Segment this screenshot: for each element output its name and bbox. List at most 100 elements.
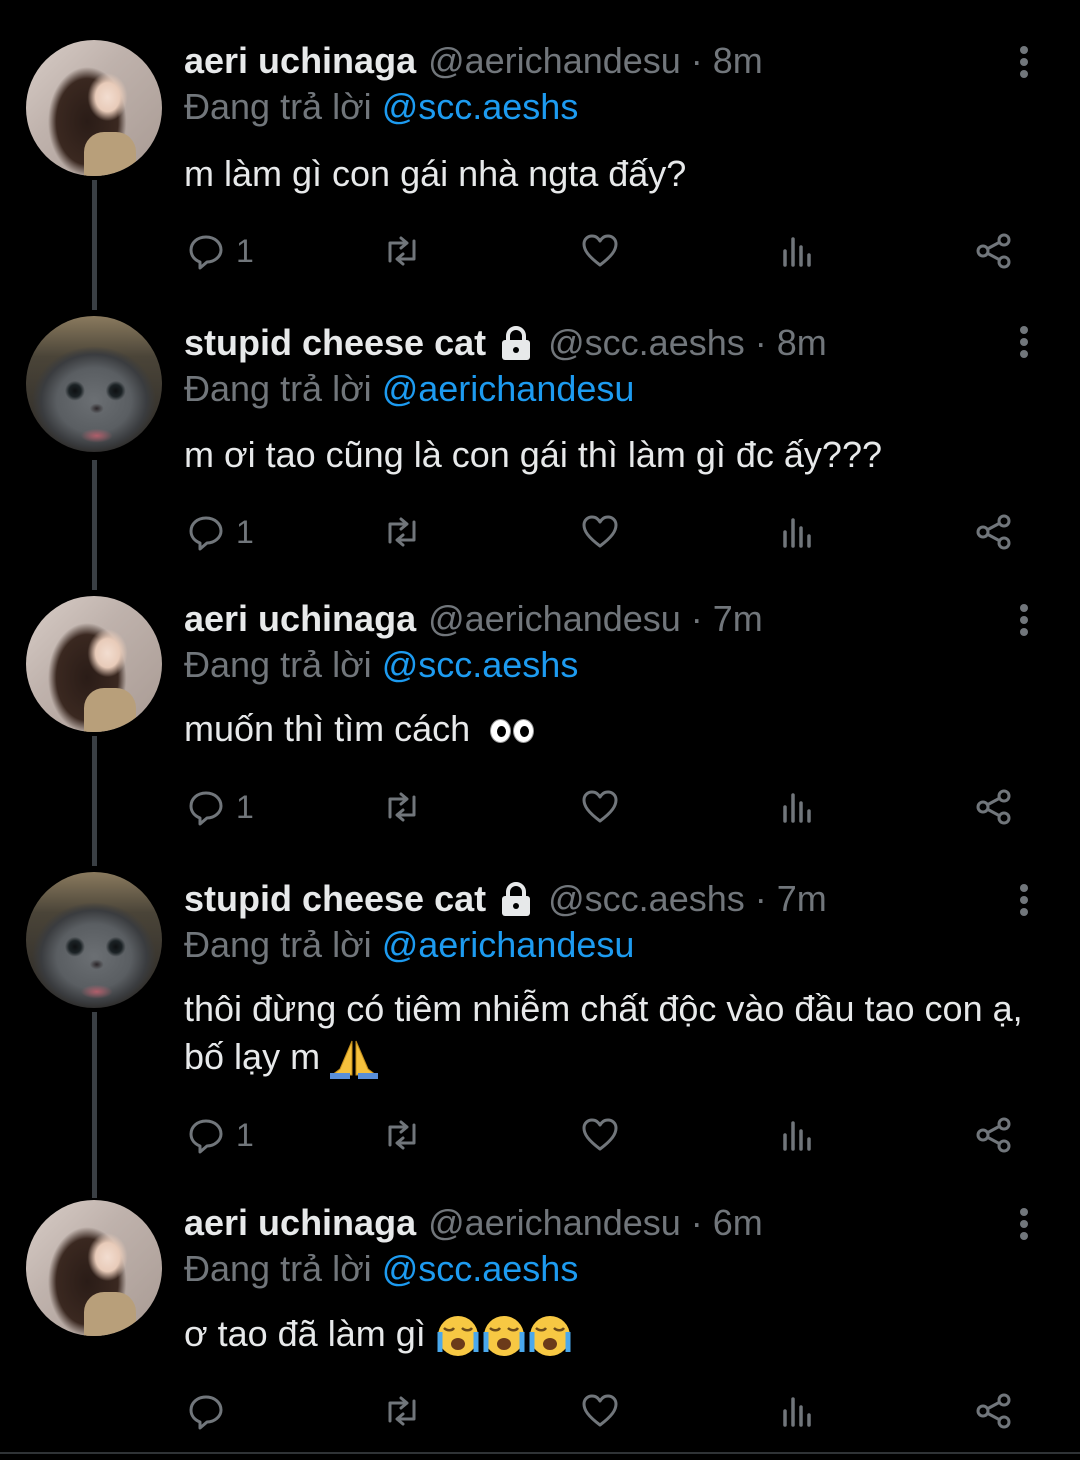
reply-prefix: Đang trả lời — [184, 924, 372, 965]
tweet-header: aeri uchinaga @aerichandesu · 6m — [184, 1202, 763, 1244]
retweet-icon — [388, 792, 416, 822]
share-button[interactable] — [974, 782, 1014, 832]
avatar[interactable] — [26, 316, 162, 452]
display-name[interactable]: stupid cheese cat — [184, 322, 486, 364]
like-button[interactable] — [580, 1110, 620, 1160]
reply-prefix: Đang trả lời — [184, 368, 372, 409]
share-icon — [976, 514, 1011, 550]
pray-emoji — [330, 1041, 379, 1080]
like-button[interactable] — [580, 782, 620, 832]
tweet[interactable]: aeri uchinaga @aerichandesu · 8m Đang tr… — [0, 0, 1080, 300]
retweet-button[interactable] — [382, 1110, 422, 1160]
reply-bubble-icon — [189, 1395, 223, 1430]
share-button[interactable] — [974, 1386, 1014, 1436]
lock-icon — [502, 326, 531, 360]
analytics-icon — [783, 518, 811, 548]
eyes-emoji — [488, 708, 535, 749]
heart-icon — [582, 1394, 618, 1427]
heart-icon — [582, 515, 618, 548]
more-vertical-icon[interactable] — [1014, 1204, 1034, 1244]
replying-to: Đang trả lời @aerichandesu — [184, 924, 634, 966]
reply-bubble-icon — [189, 791, 223, 826]
tweet-header: aeri uchinaga @aerichandesu · 7m — [184, 598, 763, 640]
heart-icon — [582, 234, 618, 267]
display-name[interactable]: aeri uchinaga — [184, 1202, 416, 1244]
retweet-icon — [388, 517, 416, 547]
retweet-button[interactable] — [382, 782, 422, 832]
retweet-icon — [388, 1120, 416, 1150]
reply-count: 1 — [236, 513, 254, 550]
tweet[interactable]: aeri uchinaga @aerichandesu · 6m Đang tr… — [0, 1160, 1080, 1460]
handle-time: @aerichandesu · 6m — [428, 1202, 763, 1243]
handle-time: @scc.aeshs · 7m — [548, 878, 827, 919]
views-button[interactable] — [778, 782, 818, 832]
tweet-text: muốn thì tìm cách — [184, 708, 471, 749]
reply-bubble-icon — [189, 1119, 223, 1154]
like-button[interactable] — [580, 226, 620, 276]
analytics-icon — [783, 237, 811, 267]
analytics-icon — [783, 1397, 811, 1427]
reply-mention-link[interactable]: @aerichandesu — [382, 924, 635, 965]
tweet-text-container: thôi đừng có tiêm nhiễm chất độc vào đầu… — [184, 985, 1034, 1081]
lock-icon — [502, 882, 531, 916]
retweet-button[interactable] — [382, 1386, 422, 1436]
tweet-header: stupid cheese cat @scc.aeshs · 7m — [184, 878, 827, 920]
avatar[interactable] — [26, 596, 162, 732]
reply-button[interactable]: 1 — [186, 507, 254, 557]
retweet-button[interactable] — [382, 226, 422, 276]
more-vertical-icon[interactable] — [1014, 600, 1034, 640]
analytics-icon — [783, 1121, 811, 1151]
retweet-button[interactable] — [382, 507, 422, 557]
tweet-text: m ơi tao cũng là con gái thì làm gì đc ấ… — [184, 434, 882, 475]
handle-time: @aerichandesu · 8m — [428, 40, 763, 81]
tweet-text: ơ tao đã làm gì — [184, 1313, 426, 1354]
reply-mention-link[interactable]: @scc.aeshs — [382, 1248, 579, 1289]
retweet-icon — [388, 1396, 416, 1426]
display-name[interactable]: aeri uchinaga — [184, 598, 416, 640]
display-name[interactable]: aeri uchinaga — [184, 40, 416, 82]
display-name[interactable]: stupid cheese cat — [184, 878, 486, 920]
share-icon — [976, 1393, 1011, 1429]
bottom-divider — [0, 1452, 1080, 1454]
reply-mention-link[interactable]: @scc.aeshs — [382, 644, 579, 685]
share-icon — [976, 789, 1011, 825]
views-button[interactable] — [778, 1386, 818, 1436]
tweet-text: m làm gì con gái nhà ngta đấy? — [184, 153, 687, 194]
reply-prefix: Đang trả lời — [184, 86, 372, 127]
reply-button[interactable]: 1 — [186, 1110, 254, 1160]
tweet-header: aeri uchinaga @aerichandesu · 8m — [184, 40, 763, 82]
reply-count: 1 — [236, 788, 254, 825]
heart-icon — [582, 1118, 618, 1151]
share-button[interactable] — [974, 507, 1014, 557]
share-button[interactable] — [974, 1110, 1014, 1160]
reply-mention-link[interactable]: @aerichandesu — [382, 368, 635, 409]
tweet[interactable]: stupid cheese cat @scc.aeshs · 8m Đang t… — [0, 280, 1080, 560]
views-button[interactable] — [778, 226, 818, 276]
more-vertical-icon[interactable] — [1014, 322, 1034, 362]
reply-button[interactable]: 1 — [186, 226, 254, 276]
tweet-text-container: muốn thì tìm cách — [184, 705, 1034, 753]
avatar[interactable] — [26, 40, 162, 176]
tweet-text-container: ơ tao đã làm gì — [184, 1310, 1034, 1358]
share-button[interactable] — [974, 226, 1014, 276]
views-button[interactable] — [778, 507, 818, 557]
like-button[interactable] — [580, 1386, 620, 1436]
tweet[interactable]: aeri uchinaga @aerichandesu · 7m Đang tr… — [0, 556, 1080, 836]
tweet-header: stupid cheese cat @scc.aeshs · 8m — [184, 322, 827, 364]
avatar[interactable] — [26, 872, 162, 1008]
tweet[interactable]: stupid cheese cat @scc.aeshs · 7m Đang t… — [0, 836, 1080, 1176]
reply-prefix: Đang trả lời — [184, 1248, 372, 1289]
avatar[interactable] — [26, 1200, 162, 1336]
share-icon — [976, 1117, 1011, 1153]
tweet-actions: 1 — [0, 782, 1080, 832]
views-button[interactable] — [778, 1110, 818, 1160]
reply-button[interactable]: 1 — [186, 782, 254, 832]
reply-button[interactable] — [186, 1386, 236, 1436]
reply-mention-link[interactable]: @scc.aeshs — [382, 86, 579, 127]
more-vertical-icon[interactable] — [1014, 42, 1034, 82]
like-button[interactable] — [580, 507, 620, 557]
analytics-icon — [783, 793, 811, 823]
tweet-actions — [0, 1386, 1080, 1436]
tweet-text: thôi đừng có tiêm nhiễm chất độc vào đầu… — [184, 988, 1023, 1077]
more-vertical-icon[interactable] — [1014, 880, 1034, 920]
